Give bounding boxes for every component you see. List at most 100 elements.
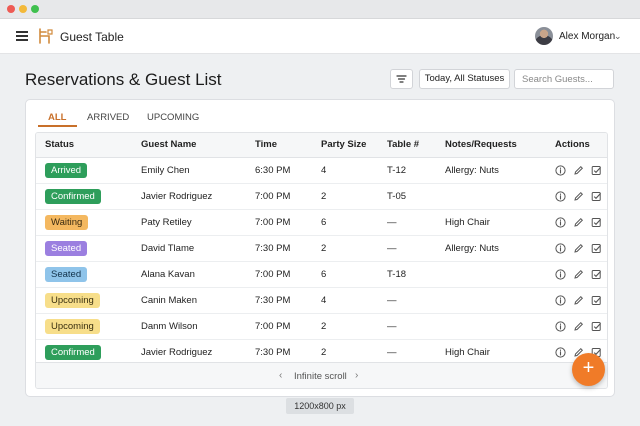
cell-table: T-05 [378,183,436,210]
menu-icon[interactable] [16,31,28,41]
cell-party-size: 2 [312,183,378,210]
status-badge[interactable]: Arrived [45,162,88,178]
status-filter-button[interactable]: Today, All Statuses [419,69,510,89]
tab-all[interactable]: ALL [48,112,66,123]
table-row[interactable]: Upcoming Canin Maken 7:30 PM 4— [36,287,607,314]
cell-table: T-18 [378,261,436,288]
edit-icon[interactable] [573,243,584,254]
edit-icon[interactable] [573,165,584,176]
status-badge[interactable]: Confirmed [45,188,101,204]
cell-status: Upcoming [36,287,132,314]
check-in-icon[interactable] [591,269,602,280]
cell-table: — [378,235,436,262]
cell-party-size: 6 [312,261,378,288]
info-icon[interactable] [555,190,566,202]
status-badge[interactable]: Seated [45,240,88,256]
cell-notes: Allergy: Nuts [436,157,546,184]
status-badge[interactable]: Upcoming [45,292,100,308]
cell-notes [436,261,546,288]
col-party-size[interactable]: Party Size [312,133,378,158]
col-status[interactable]: Status [36,133,132,158]
table-row[interactable]: Arrived Emily Chen 6:30 PM 4 T-12 Allergy: Nu… [36,157,607,184]
cell-actions [546,157,607,184]
check-in-icon[interactable] [591,295,602,306]
check-in-icon[interactable] [591,165,602,176]
table-row[interactable]: Seated Alana Kavan 7:00 PM 6 T-18 [36,261,607,288]
info-icon[interactable] [555,346,566,358]
chevron-down-icon[interactable]: ⌄ [614,31,622,42]
check-in-icon[interactable] [591,243,602,254]
close-window-icon[interactable] [7,5,15,13]
table-row[interactable]: Seated David Tlame 7:30 PM 2— Allergy: Nuts [36,235,607,262]
info-icon[interactable] [555,164,566,176]
active-tab-indicator [38,125,77,127]
table-row[interactable]: Confirmed Javier Rodriguez 7:00 PM 2 T-05 [36,183,607,210]
edit-icon[interactable] [573,321,584,332]
cell-time: 7:00 PM [246,261,312,288]
cell-party-size: 4 [312,287,378,314]
col-actions: Actions [546,133,607,158]
edit-icon[interactable] [573,217,584,228]
cell-status: Seated [36,235,132,262]
edit-icon[interactable] [573,191,584,202]
check-in-icon[interactable] [591,191,602,202]
cell-status: Confirmed [36,183,132,210]
check-in-icon[interactable] [591,217,602,228]
maximize-window-icon[interactable] [31,5,39,13]
col-notes[interactable]: Notes/Requests [436,133,546,158]
info-icon[interactable] [555,320,566,332]
filter-button[interactable] [390,69,413,89]
cell-actions [546,287,607,314]
cell-table: — [378,313,436,340]
status-badge[interactable]: Seated [45,266,88,282]
tab-upcoming[interactable]: UPCOMING [147,112,199,123]
app-title: Guest Table [60,30,124,44]
cell-notes [436,287,546,314]
tab-arrived[interactable]: ARRIVED [87,112,129,123]
check-in-icon[interactable] [591,321,602,332]
cell-table: — [378,287,436,314]
edit-icon[interactable] [573,269,584,280]
table-row[interactable]: Waiting Paty Retiley 7:00 PM 6— High Chair [36,209,607,236]
cell-time: 7:00 PM [246,313,312,340]
col-time[interactable]: Time [246,133,312,158]
cell-status: Arrived [36,157,132,184]
status-badge[interactable]: Confirmed [45,344,101,360]
edit-icon[interactable] [573,295,584,306]
cell-time: 6:30 PM [246,157,312,184]
cell-notes [436,183,546,210]
info-icon[interactable] [555,216,566,228]
status-badge[interactable]: Waiting [45,214,89,230]
cell-actions [546,235,607,262]
table-header-row: Status Guest Name Time Party Size Table … [36,133,607,158]
table-footer: ‹ Infinite scroll › [36,362,607,388]
cell-guest-name: Canin Maken [132,287,246,314]
cell-guest-name: Javier Rodriguez [132,183,246,210]
chevron-right-icon[interactable]: › [355,370,358,381]
user-avatar[interactable] [535,27,553,45]
minimize-window-icon[interactable] [19,5,27,13]
cell-actions [546,261,607,288]
chevron-left-icon[interactable]: ‹ [279,370,282,381]
table-row[interactable]: Upcoming Danm Wilson 7:00 PM 2— [36,313,607,340]
cell-time: 7:30 PM [246,235,312,262]
search-input[interactable] [514,69,614,89]
status-badge[interactable]: Upcoming [45,318,100,334]
cell-notes: High Chair [436,209,546,236]
add-reservation-button[interactable]: + [572,353,605,386]
col-table[interactable]: Table # [378,133,436,158]
cell-guest-name: Paty Retiley [132,209,246,236]
cell-actions [546,183,607,210]
col-guest-name[interactable]: Guest Name [132,133,246,158]
cell-table: — [378,209,436,236]
info-icon[interactable] [555,294,566,306]
user-name[interactable]: Alex Morgan [559,31,615,42]
guest-list-card: ALL ARRIVED UPCOMING Status Guest Name T… [25,99,615,397]
cell-party-size: 2 [312,313,378,340]
info-icon[interactable] [555,242,566,254]
cell-guest-name: Danm Wilson [132,313,246,340]
info-icon[interactable] [555,268,566,280]
cell-time: 7:00 PM [246,183,312,210]
cell-status: Waiting [36,209,132,236]
cell-guest-name: David Tlame [132,235,246,262]
